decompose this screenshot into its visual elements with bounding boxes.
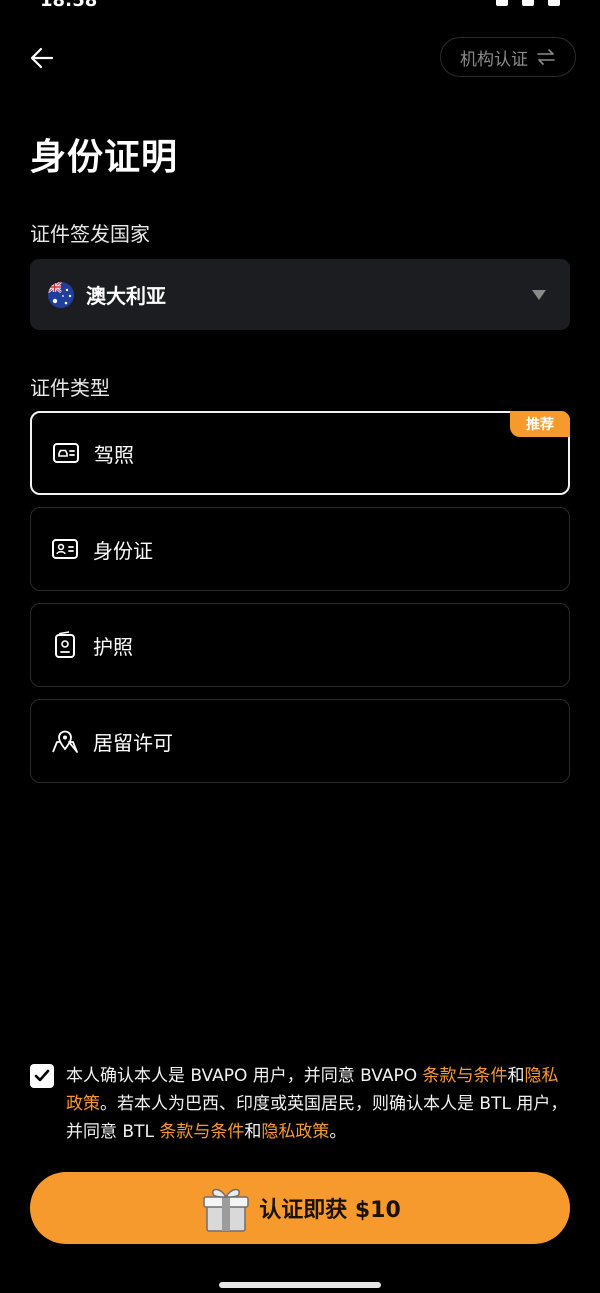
- doc-option-passport[interactable]: 护照: [30, 603, 570, 687]
- document-type-label: 证件类型: [30, 376, 110, 400]
- consent-text: 本人确认本人是 BVAPO 用户，并同意 BVAPO 条款与条件和隐私政策。若本…: [66, 1062, 575, 1146]
- id-card-icon: [51, 535, 79, 563]
- back-button[interactable]: [24, 40, 60, 76]
- australia-flag-icon: [48, 281, 74, 308]
- institution-verification-label: 机构认证: [460, 49, 528, 70]
- status-time: 18:58: [40, 0, 98, 11]
- status-icons: [496, 0, 560, 6]
- verify-reward-label: 认证即获 $10: [259, 1198, 401, 1223]
- status-bar: 18:58: [0, 0, 600, 14]
- doc-option-label: 居留许可: [93, 730, 173, 755]
- privacy-link-btl[interactable]: 隐私政策: [261, 1122, 329, 1142]
- home-indicator[interactable]: [219, 1282, 381, 1288]
- doc-option-id-card[interactable]: 身份证: [30, 507, 570, 591]
- country-label: 证件签发国家: [30, 222, 150, 246]
- country-value: 澳大利亚: [86, 284, 166, 308]
- passport-icon: [51, 631, 79, 659]
- arrow-left-icon: [30, 47, 54, 69]
- doc-option-label: 护照: [93, 634, 133, 659]
- doc-option-driver-license[interactable]: 驾照 推荐: [30, 411, 570, 495]
- doc-option-label: 身份证: [93, 538, 153, 563]
- terms-link-btl[interactable]: 条款与条件: [159, 1122, 244, 1142]
- verify-reward-button[interactable]: 认证即获 $10: [30, 1172, 570, 1244]
- gift-box-icon: [199, 1181, 253, 1235]
- country-select[interactable]: 澳大利亚: [30, 259, 570, 330]
- checkmark-icon: [34, 1069, 50, 1082]
- caret-down-icon: [532, 289, 546, 300]
- residence-permit-icon: [51, 727, 79, 755]
- institution-verification-button[interactable]: 机构认证: [440, 37, 576, 77]
- consent-block: 本人确认本人是 BVAPO 用户，并同意 BVAPO 条款与条件和隐私政策。若本…: [30, 1062, 575, 1146]
- consent-checkbox[interactable]: [30, 1064, 54, 1088]
- consent-text-part: 。: [329, 1122, 347, 1142]
- recommended-badge: 推荐: [510, 411, 570, 437]
- doc-option-residence-permit[interactable]: 居留许可: [30, 699, 570, 783]
- consent-text-part: 和: [244, 1122, 262, 1142]
- swap-icon: [537, 49, 555, 65]
- driver-license-icon: [52, 439, 80, 467]
- page-title: 身份证明: [30, 137, 179, 178]
- doc-option-label: 驾照: [94, 442, 134, 467]
- terms-link-bvapo[interactable]: 条款与条件: [423, 1066, 508, 1086]
- wifi-icon: [522, 0, 534, 6]
- consent-text-part: 本人确认本人是 BVAPO 用户，并同意 BVAPO: [66, 1066, 423, 1086]
- battery-icon: [548, 0, 560, 6]
- bluetooth-icon: [496, 0, 508, 6]
- consent-text-part: 和: [507, 1066, 525, 1086]
